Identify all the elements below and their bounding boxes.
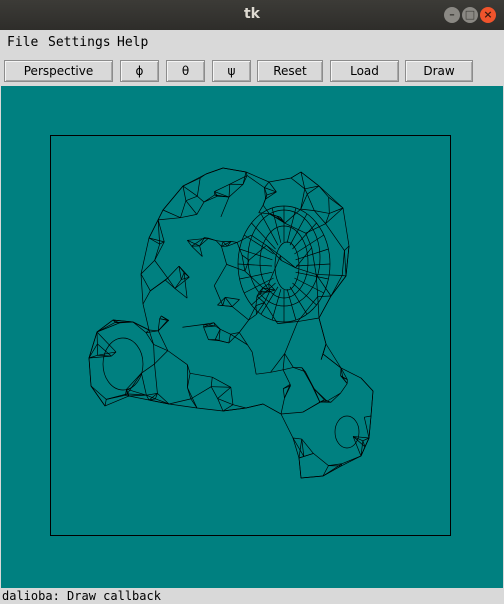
phi-button[interactable]: ϕ <box>120 60 159 82</box>
wireframe-model <box>88 167 374 479</box>
window-title: tk <box>243 6 260 22</box>
draw-button[interactable]: Draw <box>405 60 473 82</box>
status-bar: dalioba: Draw callback <box>0 588 504 604</box>
menu-bar: File Settings Help <box>0 30 504 56</box>
toolbar: Perspective ϕ θ ψ Reset Load Draw <box>0 56 504 86</box>
perspective-button[interactable]: Perspective <box>4 60 113 82</box>
psi-button[interactable]: ψ <box>212 60 251 82</box>
reset-button[interactable]: Reset <box>257 60 323 82</box>
title-bar[interactable]: tk – □ × <box>0 0 504 30</box>
drawing-canvas[interactable] <box>1 86 503 588</box>
load-button[interactable]: Load <box>330 60 399 82</box>
menu-help[interactable]: Help <box>117 35 148 50</box>
close-icon[interactable]: × <box>480 7 496 23</box>
menu-settings[interactable]: Settings <box>48 35 111 50</box>
theta-button[interactable]: θ <box>166 60 205 82</box>
maximize-icon[interactable]: □ <box>462 7 478 23</box>
menu-file[interactable]: File <box>7 35 38 50</box>
minimize-icon[interactable]: – <box>444 7 460 23</box>
